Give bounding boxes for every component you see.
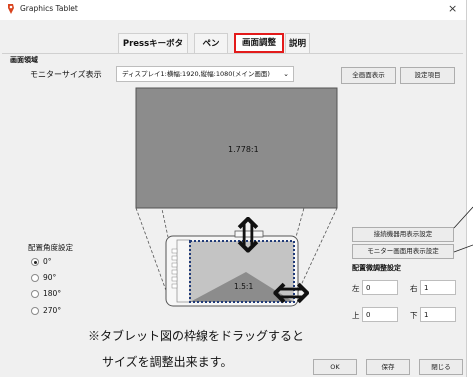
rotation-90-radio[interactable]	[31, 274, 39, 282]
ok-button[interactable]: OK	[313, 359, 357, 375]
left-offset-input[interactable]: 0	[362, 280, 398, 295]
top-offset-input[interactable]: 0	[362, 307, 398, 322]
bottom-offset-input[interactable]: 1	[420, 307, 456, 322]
top-offset-label: 上	[352, 311, 360, 320]
rotation-0-label: 0°	[43, 257, 52, 266]
save-button[interactable]: 保存	[366, 359, 410, 375]
fine-adjust-label: 配置微調整設定	[352, 264, 401, 272]
bottom-offset-label: 下	[410, 311, 418, 320]
close-button[interactable]: 閉じる	[419, 359, 463, 375]
rotation-label: 配置角度設定	[28, 243, 73, 252]
rotation-90-label: 90°	[43, 273, 57, 282]
rotation-270-label: 270°	[43, 306, 62, 315]
rotation-0-radio[interactable]	[31, 258, 39, 266]
pointer-lines	[453, 206, 473, 253]
caption-line-1: ※タブレット図の枠線をドラッグすると	[88, 329, 305, 343]
rotation-180-radio[interactable]	[31, 290, 39, 298]
rotation-180-label: 180°	[43, 289, 62, 298]
right-offset-input[interactable]: 1	[420, 280, 456, 295]
right-offset-label: 右	[410, 284, 418, 293]
rotation-270-radio[interactable]	[31, 307, 39, 315]
left-offset-label: 左	[352, 284, 360, 293]
caption-line-2: サイズを調整出来ます。	[102, 355, 233, 369]
